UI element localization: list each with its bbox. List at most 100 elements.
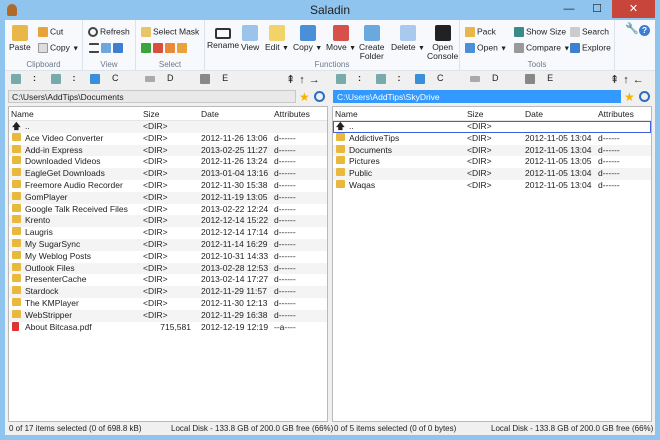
column-header-date[interactable]: Date [525,109,543,119]
select-files-icon[interactable] [165,43,175,53]
move-button[interactable]: Move ▼ [326,25,356,53]
drive-e[interactable]: E [525,73,565,84]
folder-icon [336,132,345,141]
drive-d[interactable]: D [470,73,511,83]
file-row[interactable]: Freemore Audio Recorder <DIR> 2012-11-30 1… [9,179,327,192]
chevron-down-icon[interactable]: ▼ [500,45,507,52]
paste-button[interactable]: Paste [9,25,31,52]
file-row[interactable]: Google Talk Received Files <DIR> 2013-02-2… [9,203,327,216]
help-icon[interactable]: ? [639,25,650,36]
file-row[interactable]: 🡅.. <DIR> [9,121,327,133]
close-button[interactable]: ✕ [612,0,655,18]
file-row[interactable]: Krento <DIR> 2012-12-14 15:22 d------ [9,215,327,228]
view-button[interactable]: View [241,25,259,52]
chevron-down-icon[interactable]: ▼ [418,45,425,52]
history-icon[interactable] [639,91,650,102]
list-view-icon[interactable] [89,43,99,53]
file-row[interactable]: WebStripper <DIR> 2012-11-29 16:38 d------ [9,309,327,322]
network-drive-2[interactable]: : [50,73,76,84]
chevron-down-icon[interactable]: ▼ [72,45,79,52]
edit-button[interactable]: Edit ▼ [265,25,289,53]
drive-e[interactable]: E [200,73,240,84]
drive-d[interactable]: D [145,73,186,83]
column-header-name[interactable]: Name [11,109,34,119]
file-row[interactable]: About Bitcasa.pdf 715,581 2012-12-19 12:19… [9,321,327,334]
invert-selection-icon[interactable] [177,43,187,53]
file-row[interactable]: Add-in Express <DIR> 2013-02-25 11:27 d----… [9,144,327,157]
file-row[interactable]: 🡅.. <DIR> [333,121,651,133]
explore-button[interactable]: Explore [570,43,611,53]
select-mask-button[interactable]: Select Mask [141,27,199,37]
drive-c[interactable]: C [90,73,131,84]
column-header-name[interactable]: Name [335,109,358,119]
up-icon[interactable]: ↑ [623,74,633,86]
file-size: <DIR> [143,144,168,155]
file-row[interactable]: Pictures <DIR> 2012-11-05 13:05 d------ [333,156,651,168]
file-row[interactable]: AddictiveTips <DIR> 2012-11-05 13:04 d-----… [333,132,651,145]
compare-button[interactable]: Compare ▼ [514,43,570,53]
file-row[interactable]: Downloaded Videos <DIR> 2012-11-26 13:24 d-… [9,156,327,168]
file-row[interactable]: The KMPlayer <DIR> 2012-11-30 12:13 d------ [9,297,327,310]
file-row[interactable]: Waqas <DIR> 2012-11-05 13:04 d------ [333,179,651,192]
file-row[interactable]: My Weblog Posts <DIR> 2012-10-31 14:33 d---… [9,250,327,263]
network-drive-1[interactable]: : [336,73,361,84]
file-row[interactable]: Stardock <DIR> 2012-11-29 11:57 d------ [9,286,327,298]
drive-c[interactable]: C [415,73,456,84]
deselect-all-icon[interactable] [153,43,163,53]
left-path-input[interactable]: C:\Users\AddTips\Documents [8,90,296,103]
minimize-button[interactable]: — [555,0,583,18]
refresh-button[interactable]: Refresh [88,27,130,37]
detail-view-icon[interactable] [101,43,111,53]
root-icon[interactable]: ⇞ [286,74,299,86]
network-drive-2[interactable]: : [375,73,401,84]
select-all-icon[interactable] [141,43,151,53]
back-icon[interactable]: ← [633,74,648,86]
folder-icon [12,168,21,177]
file-row[interactable]: EagleGet Downloads <DIR> 2013-01-04 13:16 d… [9,168,327,180]
file-row[interactable]: PresenterCache <DIR> 2013-02-14 17:27 d----… [9,274,327,286]
file-row[interactable]: Ace Video Converter <DIR> 2012-11-26 13:06… [9,132,327,145]
right-path-input[interactable]: C:\Users\AddTips\SkyDrive [333,90,621,103]
file-row[interactable]: GomPlayer <DIR> 2012-11-19 13:05 d------ [9,191,327,204]
sync-view-icon[interactable] [113,43,123,53]
right-file-list[interactable]: Name Size Date Attributes 🡅.. <DIR> AddictiveT… [332,106,652,422]
delete-button[interactable]: Delete ▼ [391,25,425,53]
chevron-down-icon[interactable]: ▼ [349,45,356,52]
file-row[interactable]: Public <DIR> 2012-11-05 13:04 d------ [333,168,651,180]
open-button[interactable]: Open ▼ [465,43,507,53]
column-header-size[interactable]: Size [143,109,160,119]
column-header-date[interactable]: Date [201,109,219,119]
root-icon[interactable]: ⇞ [610,74,623,86]
main-area: : : C D E ⇞↑→ C:\Users\AddTips\Documents… [5,71,655,435]
network-drive-1[interactable]: : [11,73,36,84]
forward-icon[interactable]: → [309,74,324,86]
maximize-button[interactable]: ☐ [583,0,611,18]
cut-button[interactable]: Cut [38,27,63,37]
settings-icon[interactable]: 🔧 [625,24,639,35]
chevron-down-icon[interactable]: ▼ [315,45,322,52]
up-icon[interactable]: ↑ [299,74,309,86]
favorites-star-icon[interactable]: ★ [299,90,310,104]
left-file-list[interactable]: Name Size Date Attributes 🡅.. <DIR> Ace Video … [8,106,328,422]
file-row[interactable]: Documents <DIR> 2012-11-05 13:04 d------ [333,144,651,157]
open-console-button[interactable]: Open Console [427,25,458,61]
file-row[interactable]: Outlook Files <DIR> 2013-02-28 12:53 d-----… [9,262,327,275]
file-row[interactable]: Laugris <DIR> 2012-12-14 17:14 d------ [9,227,327,239]
column-header-size[interactable]: Size [467,109,484,119]
chevron-down-icon[interactable]: ▼ [282,45,289,52]
create-folder-button[interactable]: Create Folder [359,25,385,61]
rename-button[interactable]: Rename [207,25,239,50]
copy-files-button[interactable]: Copy ▼ [293,25,322,53]
column-header-attributes[interactable]: Attributes [274,109,310,119]
pack-button[interactable]: Pack [465,27,496,37]
search-button[interactable]: Search [570,27,609,37]
file-row[interactable]: My SugarSync <DIR> 2012-11-14 16:29 d------ [9,238,327,251]
file-size: <DIR> [143,286,168,297]
copy-button[interactable]: Copy ▼ [38,43,79,53]
history-icon[interactable] [314,91,325,102]
column-header-attributes[interactable]: Attributes [598,109,634,119]
file-date: 2012-11-29 11:57 [201,286,267,297]
copy-files-icon [299,25,316,41]
show-size-button[interactable]: Show Size [514,27,566,37]
favorites-star-icon[interactable]: ★ [624,90,635,104]
